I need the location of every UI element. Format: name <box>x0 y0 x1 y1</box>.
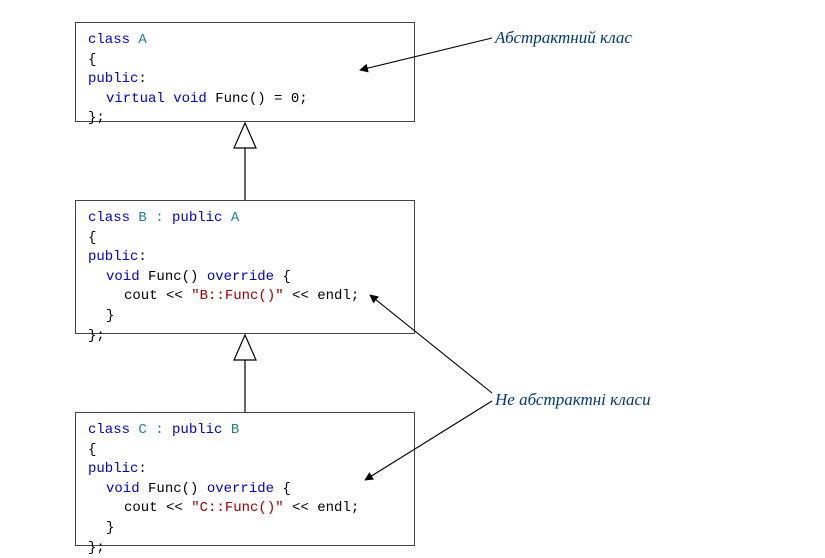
code-line: virtual void Func() = 0; <box>88 90 402 110</box>
code-line: cout << "C::Func()" << endl; <box>88 499 402 519</box>
class-b-box: class B : public A { public: void Func()… <box>75 200 415 334</box>
keyword-override: override <box>207 269 274 285</box>
keyword-virtual: virtual <box>106 91 165 107</box>
code-line: { <box>88 51 402 71</box>
note-non-abstract: Не абстрактні класи <box>495 390 651 410</box>
class-a-box: class A { public: virtual void Func() = … <box>75 22 415 122</box>
base-name: A <box>222 210 239 226</box>
code-line: }; <box>88 327 402 347</box>
keyword-public: public <box>172 210 222 226</box>
code-line: void Func() override { <box>88 480 402 500</box>
code-line: { <box>88 441 402 461</box>
keyword-class: class <box>88 32 130 48</box>
code-line: class B : public A <box>88 209 402 229</box>
class-name: A <box>130 32 147 48</box>
string-literal: "C::Func()" <box>191 500 283 516</box>
inheritance-connector-bc <box>234 335 256 412</box>
keyword-class: class <box>88 422 130 438</box>
keyword-public: public <box>88 71 138 87</box>
code-line: void Func() override { <box>88 268 402 288</box>
class-name: B : <box>130 210 172 226</box>
code-line: } <box>88 307 402 327</box>
code-line: class C : public B <box>88 421 402 441</box>
keyword-public: public <box>88 461 138 477</box>
code-line: { <box>88 229 402 249</box>
keyword-public: public <box>172 422 222 438</box>
keyword-void: void <box>106 269 140 285</box>
note-abstract: Абстрактний клас <box>495 28 632 48</box>
code-line: cout << "B::Func()" << endl; <box>88 287 402 307</box>
code-line: public: <box>88 70 402 90</box>
code-line: }; <box>88 539 402 558</box>
code-line: public: <box>88 248 402 268</box>
string-literal: "B::Func()" <box>191 288 283 304</box>
base-name: B <box>222 422 239 438</box>
keyword-override: override <box>207 481 274 497</box>
keyword-public: public <box>88 249 138 265</box>
code-line: public: <box>88 460 402 480</box>
keyword-void: void <box>173 91 207 107</box>
code-line: class A <box>88 31 402 51</box>
class-name: C : <box>130 422 172 438</box>
keyword-void: void <box>106 481 140 497</box>
code-line: } <box>88 519 402 539</box>
keyword-class: class <box>88 210 130 226</box>
inheritance-connector-ab <box>234 123 256 200</box>
code-line: }; <box>88 109 402 129</box>
class-c-box: class C : public B { public: void Func()… <box>75 412 415 546</box>
